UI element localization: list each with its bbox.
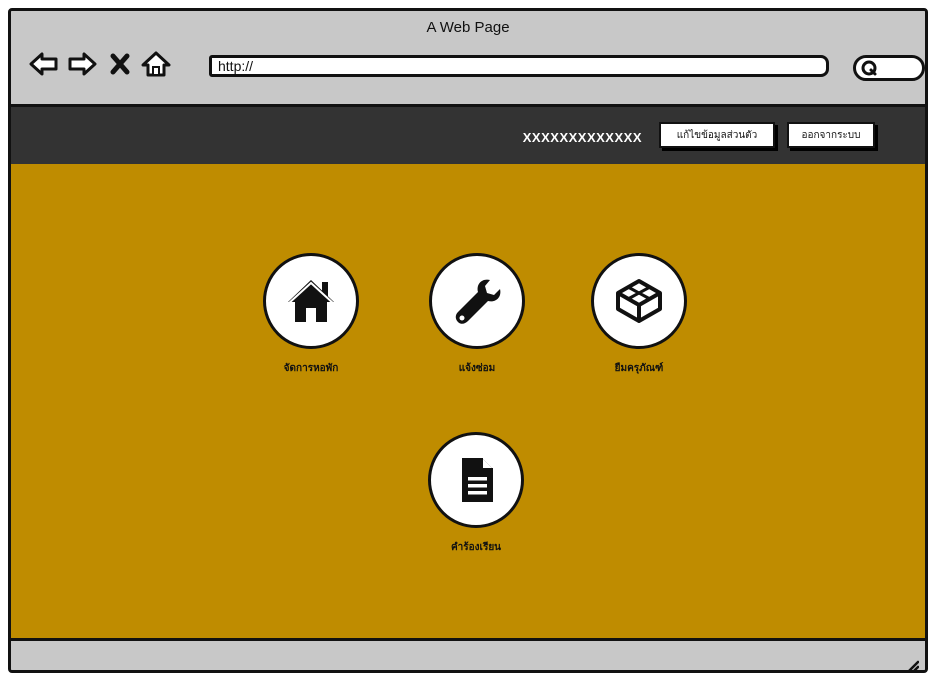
browser-window: A Web Page http:// XXXXXXXXXXXXX แก้ไขข้…: [8, 8, 928, 673]
tile-circle: [429, 253, 525, 349]
main-content: จัดการหอพัก แจ้งซ่อม ยืมครุภัณฑ์ คำร้องเ…: [11, 164, 925, 641]
username-label: XXXXXXXXXXXXX: [522, 130, 642, 145]
logout-button[interactable]: ออกจากระบบ: [787, 122, 875, 148]
edit-profile-button[interactable]: แก้ไขข้อมูลส่วนตัว: [659, 122, 775, 148]
tile-label: คำร้องเรียน: [450, 542, 502, 553]
tile-circle: [428, 432, 524, 528]
home-icon: [287, 280, 335, 322]
search-button[interactable]: [853, 55, 925, 81]
close-icon: [110, 53, 130, 75]
tile-circle: [591, 253, 687, 349]
box-icon: [616, 279, 662, 323]
window-title: A Web Page: [426, 19, 510, 36]
tile-borrow-equipment[interactable]: ยืมครุภัณฑ์: [584, 253, 694, 376]
tile-label: แจ้งซ่อม: [458, 363, 496, 374]
tile-repair-request[interactable]: แจ้งซ่อม: [422, 253, 532, 376]
back-arrow-icon: [29, 52, 58, 76]
forward-arrow-icon: [68, 52, 97, 76]
tile-circle: [263, 253, 359, 349]
document-icon: [462, 458, 493, 502]
resize-handle-icon[interactable]: [905, 658, 919, 672]
tile-complaint[interactable]: คำร้องเรียน: [421, 432, 531, 555]
tile-label: ยืมครุภัณฑ์: [614, 363, 664, 374]
back-button[interactable]: [27, 49, 61, 79]
url-input[interactable]: [209, 55, 829, 77]
tile-dorm-management[interactable]: จัดการหอพัก: [256, 253, 366, 376]
wrench-icon: [455, 279, 501, 324]
status-bar: [11, 641, 925, 672]
stop-button[interactable]: [103, 49, 137, 79]
forward-button[interactable]: [65, 49, 99, 79]
home-button[interactable]: [139, 49, 173, 79]
browser-toolbar: A Web Page: [11, 11, 925, 107]
app-header: XXXXXXXXXXXXX แก้ไขข้อมูลส่วนตัว ออกจากร…: [11, 107, 925, 164]
home-outline-icon: [141, 51, 171, 77]
tile-label: จัดการหอพัก: [283, 363, 339, 374]
search-icon: [861, 60, 877, 76]
